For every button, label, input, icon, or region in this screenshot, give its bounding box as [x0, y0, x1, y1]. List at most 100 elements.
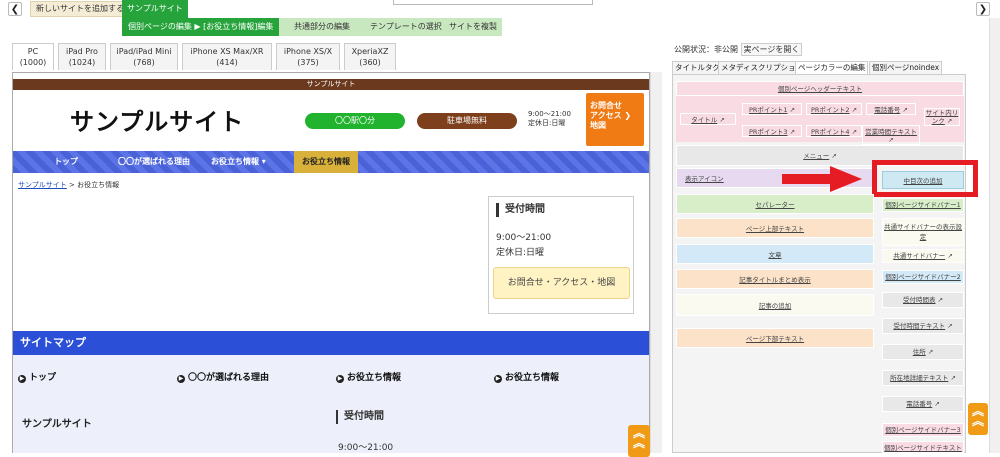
preview-scrollbar[interactable]: [650, 72, 662, 453]
open-page-button[interactable]: 実ページを開く: [740, 43, 803, 56]
pr-point-3[interactable]: PRポイント3 ↗: [742, 125, 802, 137]
subnav-template-select[interactable]: テンプレートの選択: [370, 18, 442, 36]
external-link-icon: ↗: [789, 106, 796, 114]
side-banner-3-cell[interactable]: 個別ページサイドバナー3: [882, 423, 964, 437]
external-link-icon: ↗: [789, 128, 796, 136]
sitemap-item[interactable]: ▶ トップ: [18, 370, 56, 383]
side-text-cell[interactable]: 個別ページサイドテキスト: [882, 441, 964, 453]
contact-line-3: 地図: [590, 121, 606, 130]
contact-line-2: アクセス: [590, 111, 622, 120]
scroll-top-icon[interactable]: ︽ ︽: [628, 425, 650, 457]
nav-item-info-dropdown[interactable]: お役立ち情報 ▾: [211, 151, 266, 173]
hours-line: 9:00～21:00: [528, 110, 571, 118]
device-tab-xperia[interactable]: XperiaXZ (360): [344, 43, 396, 70]
add-site-button[interactable]: 新しいサイトを追加する: [30, 1, 130, 17]
device-name: PC: [27, 47, 39, 56]
pr-point-label: PRポイント4: [810, 128, 850, 136]
chevron-right-icon: ▶: [177, 375, 185, 383]
sitemap-item-label: トップ: [29, 373, 57, 383]
site-map-cell[interactable]: サイト内リンク ↗: [924, 108, 960, 126]
site-logo[interactable]: サンプルサイト: [70, 102, 244, 137]
pr-point-2[interactable]: PRポイント2 ↗: [806, 103, 862, 115]
external-link-icon: ↗: [937, 296, 944, 304]
address-cell[interactable]: 住所 ↗: [882, 344, 964, 360]
breadcrumb-home-link[interactable]: サンプルサイト: [18, 181, 67, 189]
device-name: iPhone XS Max/XR: [190, 47, 264, 56]
header-text-cell[interactable]: 個別ページヘッダーテキスト: [676, 81, 964, 96]
content-text-cell[interactable]: 文章: [676, 244, 874, 264]
tab-page-color[interactable]: ページカラーの編集: [795, 61, 869, 74]
scroll-top-icon[interactable]: ︽ ︽: [968, 403, 988, 435]
page-scrollbar[interactable]: [989, 18, 1000, 453]
external-link-icon: ↗: [947, 322, 953, 330]
cell-label: 個別ページサイドバナー3: [885, 426, 961, 434]
external-link-icon: ↗: [946, 117, 953, 125]
tab-meta-description[interactable]: メタディスクリプション: [718, 61, 806, 74]
subnav-common-edit[interactable]: 共通部分の編集: [294, 18, 350, 36]
cell-label: 文章: [768, 251, 782, 259]
sitemap-item-label: お役立ち情報: [505, 373, 560, 383]
device-tab-iphone-xs-max[interactable]: iPhone XS Max/XR (414): [182, 43, 272, 70]
device-size: (375): [297, 58, 319, 67]
add-article-cell[interactable]: 記事の追加: [676, 294, 874, 316]
site-map-label: サイト内リンク: [925, 109, 959, 125]
sitemap-item[interactable]: ▶ お役立ち情報: [336, 370, 401, 383]
device-tab-iphone-xs[interactable]: iPhone XS/X (375): [276, 43, 340, 70]
device-size: (768): [133, 58, 155, 67]
reception-text-cell[interactable]: 受付時間テキスト ↗: [882, 318, 964, 334]
publish-status-row: 公開状況：非公開 実ページを開く: [674, 43, 803, 56]
page-bottom-text-cell[interactable]: ページ下部テキスト: [676, 328, 874, 348]
side-banner-1-cell[interactable]: 個別ページサイドバナー1: [882, 198, 964, 212]
common-banner-setting-cell[interactable]: 共通サイドバナーの表示設定: [882, 218, 964, 246]
device-name: XperiaXZ: [351, 47, 389, 56]
sitemap-item[interactable]: ▶ 〇〇が選ばれる理由: [177, 370, 269, 383]
tab-noindex[interactable]: 個別ページnoindex: [869, 61, 943, 74]
article-summary-cell[interactable]: 記事タイトルまとめ表示: [676, 269, 874, 289]
cell-label: 共通サイドバナーの表示設定: [884, 223, 962, 241]
highlight-box: [872, 160, 978, 197]
pr-point-4[interactable]: PRポイント4 ↗: [806, 125, 862, 137]
external-link-icon: ↗: [719, 116, 725, 124]
subnav-edit-page[interactable]: 個別ページの編集 ▶ [お役立ち情報]編集: [122, 18, 280, 36]
cell-label: 記事の追加: [758, 302, 792, 310]
site-name-tab[interactable]: サンプルサイト: [122, 0, 188, 18]
contact-button[interactable]: お問合せ アクセス ❯ 地図: [586, 93, 644, 146]
reception-table-cell[interactable]: 受付時間表 ↗: [882, 292, 964, 308]
chevron-right-icon: ❯: [624, 111, 632, 120]
side-banner-2-cell[interactable]: 個別ページサイドバナー2: [882, 270, 964, 284]
breadcrumb-current: > お役立ち情報: [66, 181, 120, 189]
reception-contact-button[interactable]: お問合せ・アクセス・地図: [493, 267, 630, 299]
chevron-right-icon: ▶: [18, 375, 26, 383]
phone-cell[interactable]: 電話番号 ↗: [866, 103, 916, 115]
separator-cell[interactable]: セパレーター: [676, 194, 874, 214]
pr-point-label: PRポイント1: [748, 106, 788, 114]
cell-label: 個別ページサイドバナー2: [885, 273, 961, 281]
cell-label: 共通サイドバナー: [893, 252, 946, 260]
sitemap-item[interactable]: ▶ お役立ち情報: [494, 370, 559, 383]
device-tab-pc[interactable]: PC (1000): [12, 43, 54, 70]
business-hours-cell[interactable]: 営業時間テキスト ↗: [862, 125, 920, 145]
chevron-left-icon[interactable]: ❮: [8, 2, 22, 16]
device-tab-ipad-mini[interactable]: iPad/iPad Mini (768): [110, 43, 178, 70]
device-size: (414): [216, 58, 238, 67]
device-size: (360): [359, 58, 381, 67]
device-tab-ipad-pro[interactable]: iPad Pro (1024): [58, 43, 106, 70]
breadcrumb: サンプルサイト > お役立ち情報: [18, 180, 119, 190]
nav-item-reasons[interactable]: 〇〇が選ばれる理由: [118, 151, 190, 173]
page-top-text-cell[interactable]: ページ上部テキスト: [676, 218, 874, 238]
tab-title-tag[interactable]: タイトルタグ: [672, 61, 723, 74]
common-banner-cell[interactable]: 共通サイドバナー ↗: [882, 249, 964, 263]
cell-label: ページ下部テキスト: [745, 335, 805, 343]
chevron-right-icon[interactable]: ❯: [976, 2, 990, 16]
subnav-duplicate-site[interactable]: サイトを複製: [449, 18, 497, 36]
phone-number-cell[interactable]: 電話番号 ↗: [882, 396, 964, 412]
title-cell[interactable]: タイトル ↗: [680, 113, 736, 125]
pr-point-label: PRポイント2: [810, 106, 850, 114]
external-link-icon: ↗: [851, 106, 858, 114]
reception-hours: 9:00～21:00: [496, 233, 552, 243]
address-detail-cell[interactable]: 所在地詳細テキスト ↗: [882, 370, 964, 386]
pr-point-1[interactable]: PRポイント1 ↗: [742, 103, 802, 115]
nav-item-top[interactable]: トップ: [54, 151, 78, 173]
nav-item-info-active[interactable]: お役立ち情報: [294, 151, 358, 173]
external-link-icon: ↗: [888, 136, 894, 144]
